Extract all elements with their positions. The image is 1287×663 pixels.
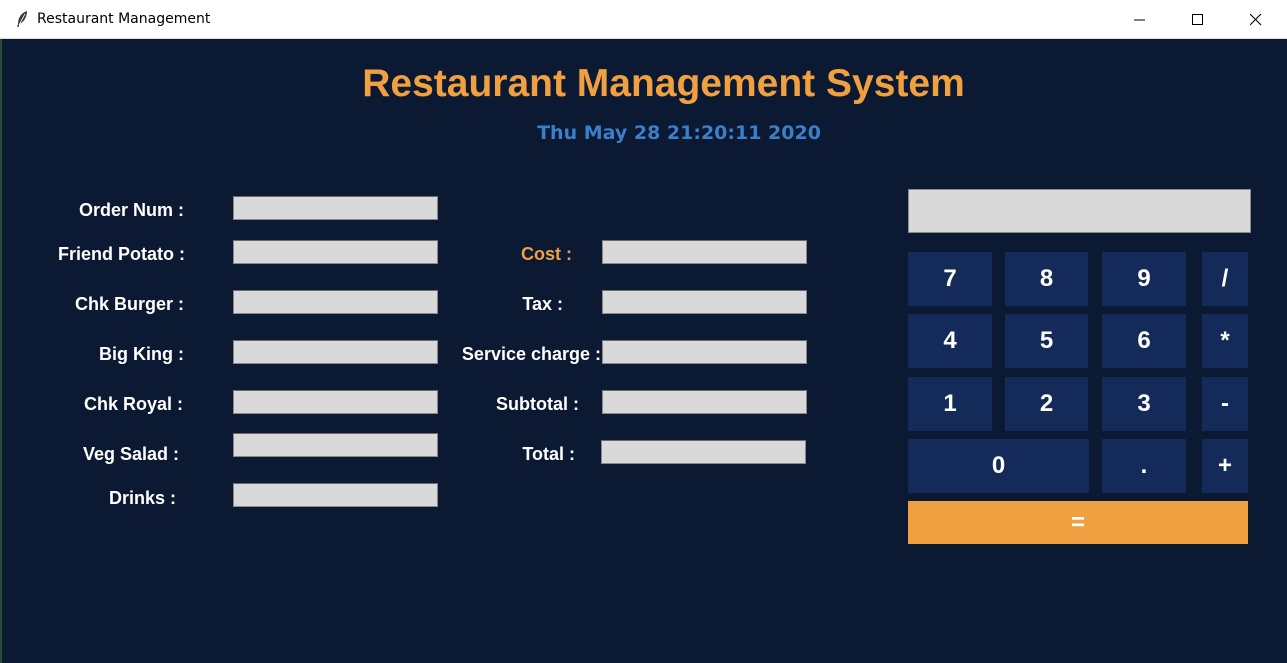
key-equals[interactable]: = [908,501,1248,544]
feather-icon [15,10,29,28]
chk-burger-field[interactable] [233,290,438,314]
key-multiply[interactable]: * [1202,314,1248,368]
tax-field[interactable] [602,290,807,314]
chk-royal-field[interactable] [233,390,438,414]
drinks-field[interactable] [233,483,438,507]
key-5[interactable]: 5 [1005,314,1088,368]
subtotal-label: Subtotal : [496,394,579,414]
key-4[interactable]: 4 [908,314,992,368]
chk-burger-label: Chk Burger : [74,294,184,314]
order-num-field[interactable] [233,196,438,220]
order-num-label: Order Num : [78,200,184,220]
service-charge-label: Service charge : [461,344,601,364]
window-title: Restaurant Management [37,11,211,27]
maximize-icon [1192,14,1203,25]
veg-salad-field[interactable] [233,433,438,457]
key-add[interactable]: + [1202,439,1248,493]
friend-potato-label: Friend Potato : [58,244,185,264]
cost-field[interactable] [602,240,807,264]
close-button[interactable] [1233,0,1279,39]
total-label: Total : [522,444,575,464]
drinks-label: Drinks : [108,488,176,508]
key-0[interactable]: 0 [908,439,1089,493]
big-king-label: Big King : [99,344,184,364]
page-title: Restaurant Management System [362,62,965,105]
total-field[interactable] [601,440,806,464]
big-king-field[interactable] [233,340,438,364]
key-1[interactable]: 1 [908,377,992,431]
subtotal-field[interactable] [602,390,807,414]
key-7[interactable]: 7 [908,252,992,306]
window-titlebar: Restaurant Management [0,0,1287,39]
minimize-button[interactable] [1117,0,1163,39]
key-3[interactable]: 3 [1102,377,1186,431]
key-8[interactable]: 8 [1005,252,1088,306]
service-charge-field[interactable] [602,340,807,364]
key-6[interactable]: 6 [1102,314,1186,368]
chk-royal-label: Chk Royal : [83,394,183,414]
datetime-label: Thu May 28 21:20:11 2020 [537,122,821,144]
key-2[interactable]: 2 [1005,377,1088,431]
key-9[interactable]: 9 [1102,252,1186,306]
minimize-icon [1134,19,1145,21]
veg-salad-label: Veg Salad : [82,444,179,464]
calculator-display[interactable] [908,189,1251,233]
key-decimal[interactable]: . [1102,439,1186,493]
key-divide[interactable]: / [1202,252,1248,306]
maximize-button[interactable] [1175,0,1221,39]
close-icon [1250,14,1262,26]
cost-label: Cost : [521,244,572,264]
tax-label: Tax : [522,294,563,314]
key-subtract[interactable]: - [1202,377,1248,431]
friend-potato-field[interactable] [233,240,438,264]
